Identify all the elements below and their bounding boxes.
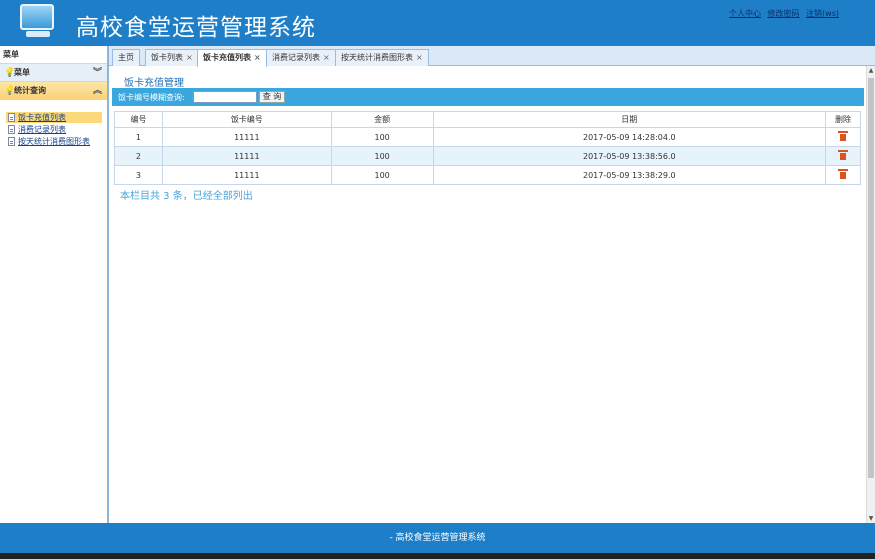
- cell-date: 2017-05-09 14:28:04.0: [432, 127, 827, 147]
- cell-card: 11111: [161, 165, 332, 185]
- sidebar: 菜单 💡菜单 ︾ 💡统计查询 ︽ 饭卡充值列表 消费记录列表 按天统计消费图形表: [0, 46, 109, 523]
- cell-delete: [825, 146, 861, 166]
- tab-recharge-list[interactable]: 饭卡充值列表 ×: [197, 49, 267, 67]
- cell-id: 3: [114, 165, 163, 185]
- cell-delete: [825, 165, 861, 185]
- trash-icon[interactable]: [838, 169, 848, 179]
- table-row: 3 11111 100 2017-05-09 13:38:29.0: [114, 165, 861, 185]
- double-chevron-down-icon[interactable]: ︾: [93, 64, 102, 82]
- column-header: 编号: [114, 111, 163, 128]
- document-icon: [8, 137, 15, 146]
- logout-link[interactable]: 注销(ws): [806, 9, 839, 18]
- sidebar-group-label: 统计查询: [14, 86, 46, 95]
- close-icon[interactable]: ×: [323, 53, 330, 62]
- column-header: 日期: [432, 111, 827, 128]
- app-footer: - 高校食堂运营管理系统: [0, 523, 875, 553]
- close-icon[interactable]: ×: [416, 53, 423, 62]
- sidebar-title: 菜单: [0, 46, 107, 64]
- table-row: 2 11111 100 2017-05-09 13:38:56.0: [114, 146, 861, 166]
- trash-icon[interactable]: [838, 150, 848, 160]
- sidebar-item-daily-chart[interactable]: 按天统计消费图形表: [6, 136, 102, 147]
- search-button[interactable]: 查 询: [259, 91, 285, 103]
- cell-delete: [825, 127, 861, 147]
- document-icon: [8, 113, 15, 122]
- personal-center-link[interactable]: 个人中心: [729, 9, 761, 18]
- recharge-table: 编号 饭卡编号 金额 日期 删除 1 11111 100 2017-05-09 …: [114, 111, 861, 185]
- search-bar: 饭卡编号模糊查询: 查 询: [112, 88, 864, 106]
- monitor-logo-icon: [20, 4, 56, 38]
- app-header: 高校食堂运营管理系统 个人中心 修改密码 注销(ws): [0, 0, 875, 46]
- tab-daily-chart[interactable]: 按天统计消费图形表 ×: [335, 49, 429, 66]
- header-links: 个人中心 修改密码 注销(ws): [725, 8, 839, 19]
- tab-card-list[interactable]: 饭卡列表 ×: [145, 49, 199, 66]
- cell-amount: 100: [330, 146, 434, 166]
- sidebar-item-consumption-list[interactable]: 消费记录列表: [6, 124, 102, 135]
- cell-id: 1: [114, 127, 163, 147]
- system-title: 高校食堂运营管理系统: [76, 15, 316, 41]
- cell-id: 2: [114, 146, 163, 166]
- sidebar-group-menu[interactable]: 💡菜单 ︾: [0, 64, 107, 82]
- close-icon[interactable]: ×: [254, 53, 261, 62]
- tab-consumption-list[interactable]: 消费记录列表 ×: [266, 49, 336, 66]
- cell-date: 2017-05-09 13:38:56.0: [432, 146, 827, 166]
- table-header-row: 编号 饭卡编号 金额 日期 删除: [114, 111, 861, 128]
- page-title: 饭卡充值管理: [124, 78, 184, 89]
- cell-amount: 100: [330, 127, 434, 147]
- lightbulb-icon: 💡: [4, 68, 16, 78]
- os-taskbar: [0, 553, 875, 559]
- column-header: 删除: [825, 111, 861, 128]
- trash-icon[interactable]: [838, 131, 848, 141]
- cell-amount: 100: [330, 165, 434, 185]
- cell-date: 2017-05-09 13:38:29.0: [432, 165, 827, 185]
- document-icon: [8, 125, 15, 134]
- tab-bar: 主页 饭卡列表 × 饭卡充值列表 × 消费记录列表 × 按天统计消费图形表 ×: [109, 46, 875, 67]
- sidebar-tree: 饭卡充值列表 消费记录列表 按天统计消费图形表: [0, 100, 107, 147]
- double-chevron-up-icon[interactable]: ︽: [93, 82, 102, 100]
- scroll-up-icon[interactable]: ▲: [868, 67, 874, 74]
- column-header: 金额: [330, 111, 434, 128]
- column-header: 饭卡编号: [161, 111, 332, 128]
- change-password-link[interactable]: 修改密码: [768, 9, 800, 18]
- sidebar-item-recharge-list[interactable]: 饭卡充值列表: [6, 112, 102, 123]
- scroll-thumb[interactable]: [868, 78, 874, 478]
- search-label: 饭卡编号模糊查询:: [118, 93, 185, 102]
- cell-card: 11111: [161, 127, 332, 147]
- vertical-scrollbar[interactable]: ▲ ▼: [866, 66, 875, 523]
- record-summary: 本栏目共 3 条，已经全部列出: [120, 191, 253, 202]
- scroll-down-icon[interactable]: ▼: [868, 515, 874, 522]
- card-number-search-input[interactable]: [193, 91, 257, 103]
- main-content: 主页 饭卡列表 × 饭卡充值列表 × 消费记录列表 × 按天统计消费图形表 × 饭卡充值…: [109, 46, 875, 523]
- close-icon[interactable]: ×: [186, 53, 193, 62]
- tab-home[interactable]: 主页: [112, 49, 140, 66]
- sidebar-group-label: 菜单: [14, 68, 30, 77]
- sidebar-group-stats[interactable]: 💡统计查询 ︽: [0, 82, 107, 100]
- lightbulb-icon: 💡: [4, 86, 16, 96]
- table-row: 1 11111 100 2017-05-09 14:28:04.0: [114, 127, 861, 147]
- cell-card: 11111: [161, 146, 332, 166]
